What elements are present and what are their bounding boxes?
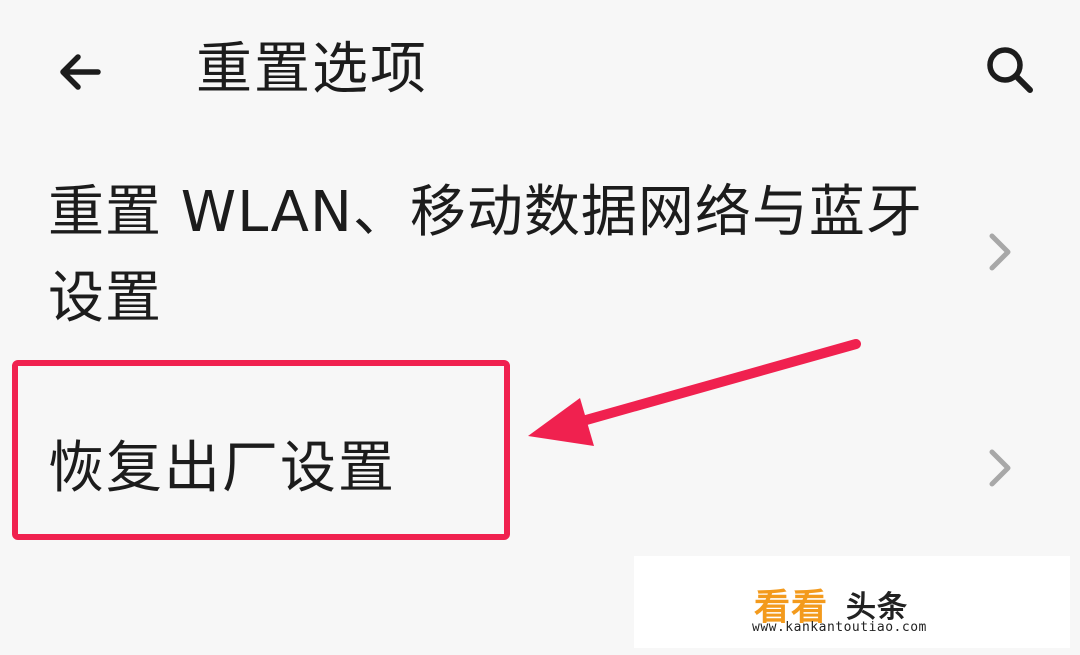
list-item-label: 重置 WLAN、移动数据网络与蓝牙设置: [48, 180, 923, 331]
search-icon: [987, 47, 1033, 93]
settings-screen: 重置选项 重置 WLAN、移动数据网络与蓝牙设置 恢复出厂设置 看看 头条 ww…: [0, 0, 1080, 655]
chevron-right-icon: [989, 449, 1011, 487]
list-item-reset-network[interactable]: 重置 WLAN、移动数据网络与蓝牙设置: [0, 162, 1080, 342]
watermark: 看看 头条 www.kankantoutiao.com: [634, 556, 1070, 648]
watermark-url: www.kankantoutiao.com: [752, 620, 927, 635]
chevron-right-icon: [989, 233, 1011, 271]
annotation-highlight-box: [12, 360, 510, 540]
back-button[interactable]: [42, 34, 118, 110]
search-button[interactable]: [972, 32, 1048, 108]
page-title: 重置选项: [196, 37, 428, 102]
arrow-left-icon: [60, 54, 101, 90]
